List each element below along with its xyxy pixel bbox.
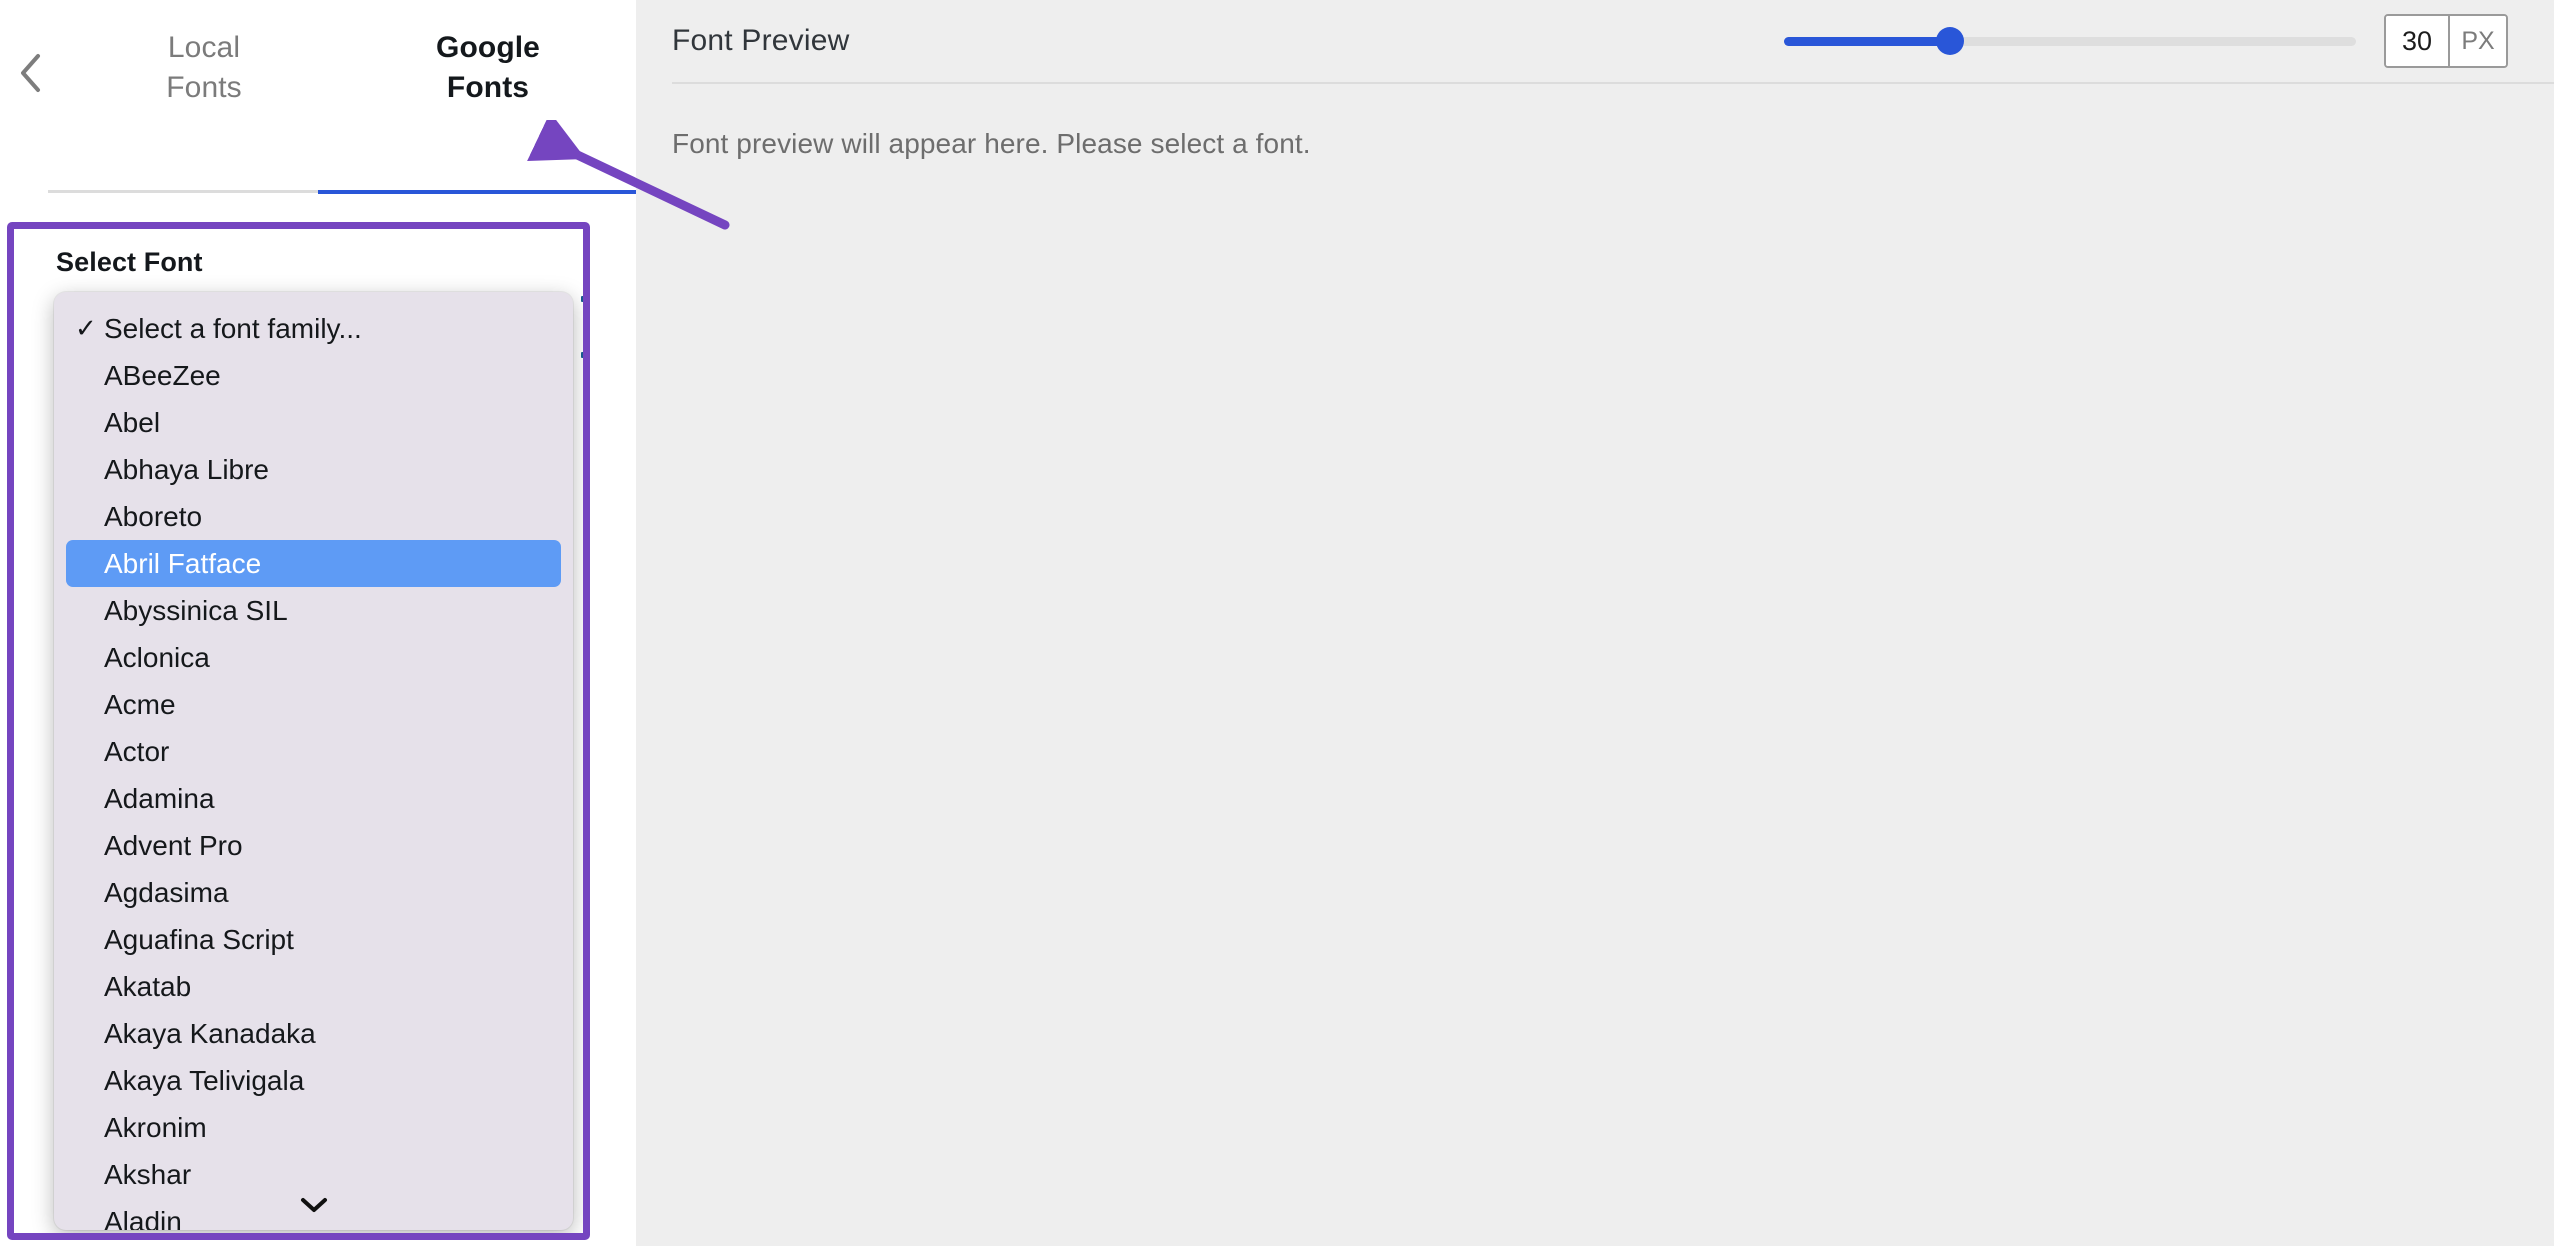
- select-font-highlight-box: Select Font Select a font family... ABee…: [7, 222, 590, 1240]
- scroll-thumb-tick: [581, 352, 583, 358]
- tab-list: Local Fonts Google Fonts: [62, 18, 636, 107]
- list-item[interactable]: ABeeZee: [66, 352, 561, 399]
- list-item[interactable]: Akronim: [66, 1104, 561, 1151]
- page-title: Font Preview: [672, 24, 850, 57]
- list-item[interactable]: Agdasima: [66, 869, 561, 916]
- font-size-unit-label: PX: [2448, 16, 2506, 66]
- tabs-row: Local Fonts Google Fonts: [0, 0, 636, 200]
- tab-google-fonts[interactable]: Google Fonts: [346, 18, 630, 107]
- preview-body: Font preview will appear here. Please se…: [636, 84, 2554, 160]
- font-dropdown-wrapper: Select a font family... ABeeZee Abel Abh…: [48, 292, 583, 1230]
- tab-local-fonts-line2: Fonts: [166, 70, 242, 104]
- list-item[interactable]: Advent Pro: [66, 822, 561, 869]
- list-item[interactable]: Akatab: [66, 963, 561, 1010]
- dropdown-scrollbar[interactable]: [580, 286, 589, 1230]
- list-item[interactable]: Abhaya Libre: [66, 446, 561, 493]
- tab-active-indicator: [318, 190, 636, 194]
- list-item[interactable]: Akaya Kanadaka: [66, 1010, 561, 1057]
- left-panel: Local Fonts Google Fonts Select Font Sel…: [0, 0, 636, 1246]
- list-item[interactable]: Aclonica: [66, 634, 561, 681]
- list-item[interactable]: Adamina: [66, 775, 561, 822]
- list-item[interactable]: Aboreto: [66, 493, 561, 540]
- slider-thumb[interactable]: [1935, 27, 1964, 55]
- list-item-selected[interactable]: Abril Fatface: [66, 540, 561, 587]
- font-size-slider[interactable]: [1784, 26, 2356, 56]
- tab-local-fonts-line1: Local: [167, 31, 241, 64]
- back-button[interactable]: [0, 18, 62, 128]
- list-item[interactable]: Akaya Telivigala: [66, 1057, 561, 1104]
- list-item[interactable]: Select a font family...: [66, 305, 561, 352]
- scroll-up-tick: [581, 296, 583, 302]
- font-dropdown-popup[interactable]: Select a font family... ABeeZee Abel Abh…: [54, 292, 573, 1230]
- scroll-track-line: [587, 300, 589, 1230]
- list-item[interactable]: Actor: [66, 728, 561, 775]
- font-option-list: Select a font family... ABeeZee Abel Abh…: [54, 305, 573, 1230]
- dropdown-scroll-down-button[interactable]: [54, 1190, 573, 1224]
- list-item[interactable]: Aguafina Script: [66, 916, 561, 963]
- list-item[interactable]: Abel: [66, 399, 561, 446]
- list-item[interactable]: Abyssinica SIL: [66, 587, 561, 634]
- chevron-down-icon: [299, 1196, 329, 1219]
- font-preview-panel: Font Preview PX Font preview will appear…: [636, 0, 2554, 1246]
- chevron-left-icon: [16, 52, 46, 94]
- list-item[interactable]: Acme: [66, 681, 561, 728]
- preview-placeholder-text: Font preview will appear here. Please se…: [672, 128, 1311, 159]
- slider-fill: [1784, 36, 1950, 46]
- tab-google-fonts-line2: Fonts: [446, 70, 530, 104]
- panel-bottom-edge: [0, 1240, 636, 1246]
- tab-local-fonts[interactable]: Local Fonts: [62, 18, 346, 107]
- font-size-field[interactable]: PX: [2384, 14, 2508, 68]
- preview-header: Font Preview PX: [636, 0, 2554, 82]
- tab-google-fonts-line1: Google: [436, 31, 540, 64]
- font-size-input[interactable]: [2386, 16, 2448, 66]
- font-selector-screen: Local Fonts Google Fonts Select Font Sel…: [0, 0, 2554, 1246]
- select-font-label: Select Font: [56, 247, 203, 277]
